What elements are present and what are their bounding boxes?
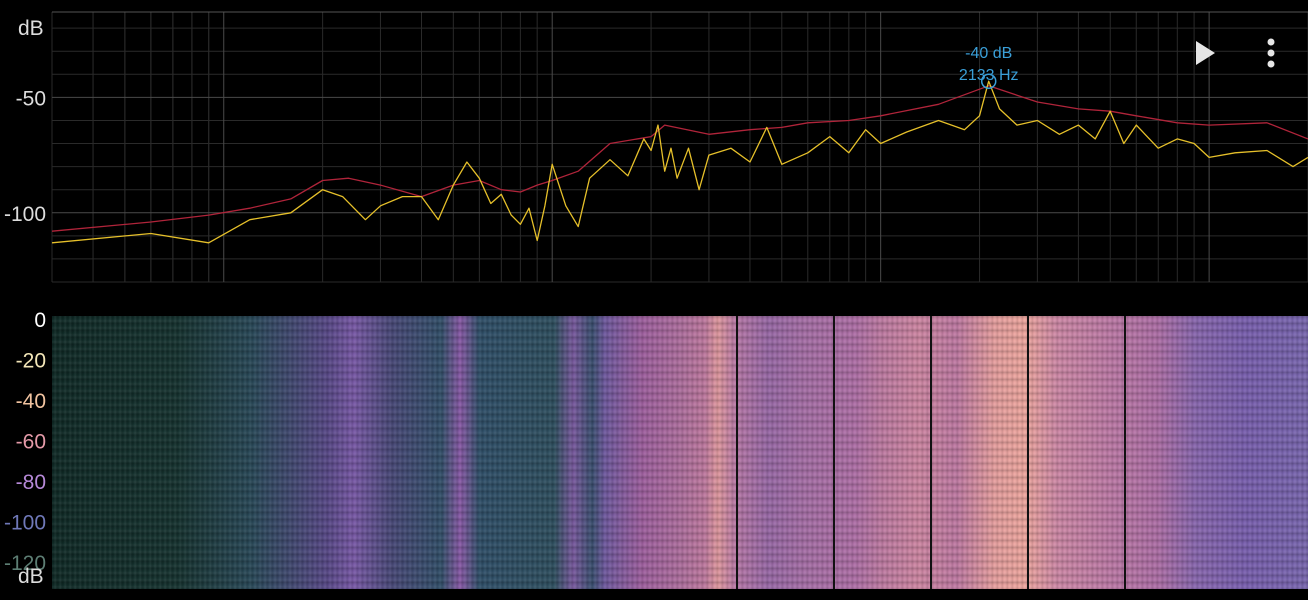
- y-unit-label: dB: [18, 17, 44, 40]
- waterfall-divider: [1124, 316, 1126, 589]
- waterfall-axis: 0-20-40-60-80-100-120 dB: [4, 309, 46, 588]
- waterfall-y-tick-label: -60: [16, 431, 46, 454]
- play-button[interactable]: [1192, 40, 1218, 66]
- waterfall-y-tick-label: -80: [16, 471, 46, 494]
- live-spectrum-line: [51, 80, 1308, 244]
- minor-grid: [51, 12, 1308, 283]
- waterfall-noise: [52, 316, 1308, 589]
- major-grid: [52, 11, 1308, 282]
- waterfall-y-tick-label: 0: [34, 309, 46, 332]
- waterfall-y-tick-label: -100: [4, 512, 46, 535]
- waterfall-y-tick-label: -40: [16, 390, 46, 413]
- spectrum-series: [51, 80, 1308, 244]
- peak-db-label: -40 dB: [965, 45, 1012, 62]
- spectrum-plot[interactable]: -50-10010100100010000 dB Hz -40 dB 2133 …: [0, 0, 1308, 285]
- peak-marker[interactable]: -40 dB 2133 Hz 2133: [959, 45, 1019, 285]
- waterfall-divider: [1027, 316, 1029, 589]
- y-tick-label: -50: [16, 87, 46, 110]
- waterfall-divider: [736, 316, 738, 589]
- play-icon: [1196, 41, 1215, 65]
- waterfall-divider: [833, 316, 835, 589]
- y-tick-label: -100: [4, 203, 46, 226]
- more-options-button[interactable]: [1260, 38, 1282, 68]
- waterfall-divider: [930, 316, 932, 589]
- more-vert-icon: [1267, 38, 1275, 68]
- peak-hold-line: [51, 85, 1308, 232]
- waterfall-y-unit-label: dB: [18, 565, 44, 588]
- waterfall-spectrogram[interactable]: [52, 316, 1308, 589]
- waterfall-y-tick-label: -20: [16, 350, 46, 373]
- peak-hz-label: 2133 Hz: [959, 67, 1019, 84]
